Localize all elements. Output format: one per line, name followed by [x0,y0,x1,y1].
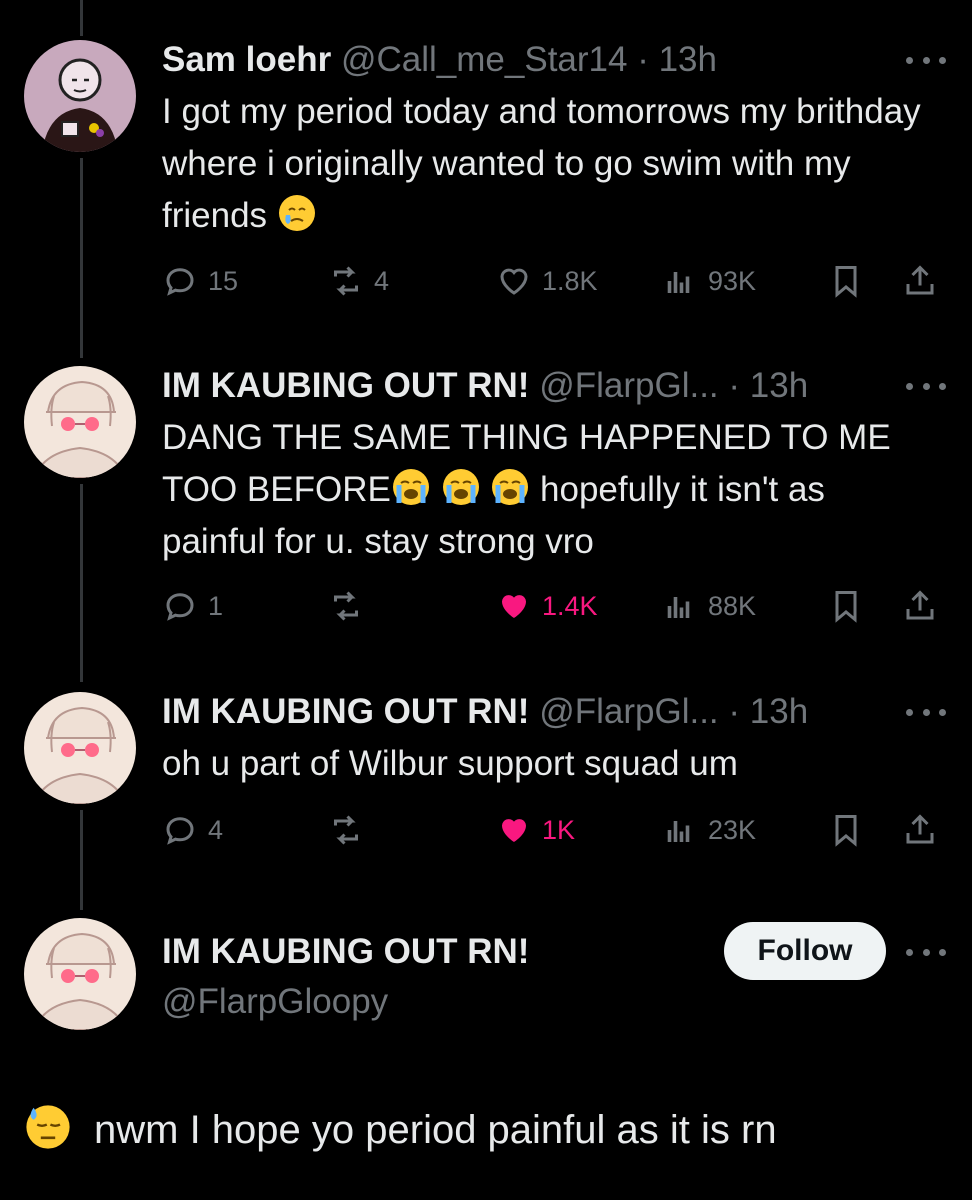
loudly-crying-face-emoji [391,467,431,507]
reply-icon [166,268,194,296]
views-button[interactable]: 93K [662,259,756,303]
face-holding-back-tears-emoji [277,193,317,233]
display-name[interactable]: Sam loehr [162,40,331,79]
thread-line [80,0,83,36]
like-icon [500,268,528,295]
like-count: 1K [542,814,576,845]
display-name[interactable]: IM KAUBING OUT RN! [162,692,529,731]
share-button[interactable] [902,808,948,852]
reply-count: 15 [208,265,239,296]
tweet-text-content: oh u part of Wilbur support squad um [162,744,738,783]
avatar[interactable] [24,918,136,1030]
tweet-text: oh u part of Wilbur support squad um [162,738,932,790]
avatar[interactable] [24,366,136,478]
share-button[interactable] [902,259,948,303]
like-count: 1.4K [542,590,598,621]
reply-count: 4 [208,814,224,845]
thread-line [80,810,83,910]
like-icon [502,595,526,618]
separator-dot: · [728,692,741,731]
bookmark-icon [835,266,857,298]
tweet-actions: 1 1.4K 88K [162,584,952,628]
tweet-actions: 4 1K 23K [162,808,952,852]
views-count: 88K [708,590,757,621]
user-handle[interactable]: @Call_me_Star14 [341,40,628,79]
tweet-actions: 15 4 1.8K 93K [162,259,952,303]
repost-button[interactable]: 4 [328,259,389,303]
loudly-crying-face-emoji [441,467,481,507]
timestamp[interactable]: 13h [750,692,808,731]
post-text-content: nwm I hope yo period painful as it is rn [94,1108,777,1152]
views-icon [667,821,690,842]
reply-icon [166,593,194,621]
share-icon [906,590,934,620]
repost-button[interactable] [328,808,374,852]
like-button[interactable]: 1.4K [496,584,598,628]
user-handle[interactable]: @FlarpGl... [539,692,718,731]
like-button[interactable]: 1.8K [496,259,598,303]
follow-button[interactable]: Follow [724,922,886,980]
tweet-header: Sam loehr @Call_me_Star14 · 13h [162,40,717,80]
repost-icon [334,815,358,845]
bookmark-icon [835,815,857,847]
more-icon[interactable] [906,380,946,392]
views-count: 23K [708,814,757,845]
separator-dot: · [637,40,649,79]
loudly-crying-face-emoji [490,467,530,507]
thread-line [80,158,83,358]
more-icon[interactable] [906,54,946,66]
share-icon [906,265,934,295]
reply-icon [166,817,194,845]
bookmark-icon [835,591,857,623]
reply-button[interactable]: 4 [162,808,223,852]
repost-icon [334,591,358,621]
display-name[interactable]: IM KAUBING OUT RN! [162,366,529,405]
views-button[interactable]: 88K [662,584,756,628]
share-button[interactable] [902,584,948,628]
like-icon [502,819,526,842]
more-icon[interactable] [906,706,946,718]
repost-count: 4 [374,265,390,296]
avatar[interactable] [24,692,136,804]
separator-dot: · [728,366,741,405]
display-name[interactable]: IM KAUBING OUT RN! [162,932,529,972]
reply-count: 1 [208,590,224,621]
thread-line [80,484,83,682]
avatar[interactable] [24,40,136,152]
repost-icon [334,266,358,296]
tweet-header: IM KAUBING OUT RN! @FlarpGl... · 13h [162,366,808,406]
downcast-face-with-sweat-emoji [24,1103,72,1151]
bookmark-button[interactable] [828,259,874,303]
reply-button[interactable]: 15 [162,259,238,303]
repost-button[interactable] [328,584,374,628]
post-text: nwm I hope yo period painful as it is rn [24,1103,777,1156]
user-handle[interactable]: @FlarpGl... [539,366,718,405]
like-count: 1.8K [542,265,598,296]
views-icon [667,272,690,293]
bookmark-button[interactable] [828,808,874,852]
views-icon [667,597,690,618]
timestamp[interactable]: 13h [750,366,808,405]
like-button[interactable]: 1K [496,808,575,852]
timestamp[interactable]: 13h [659,40,717,79]
more-icon[interactable] [906,946,946,958]
tweet-text: DANG THE SAME THING HAPPENED TO ME TOO B… [162,412,932,568]
bookmark-button[interactable] [828,584,874,628]
views-count: 93K [708,265,757,296]
tweet-text: I got my period today and tomorrows my b… [162,86,932,242]
share-icon [906,814,934,844]
views-button[interactable]: 23K [662,808,756,852]
user-handle[interactable]: @FlarpGloopy [162,982,388,1022]
tweet-header: IM KAUBING OUT RN! @FlarpGl... · 13h [162,692,808,732]
reply-button[interactable]: 1 [162,584,223,628]
